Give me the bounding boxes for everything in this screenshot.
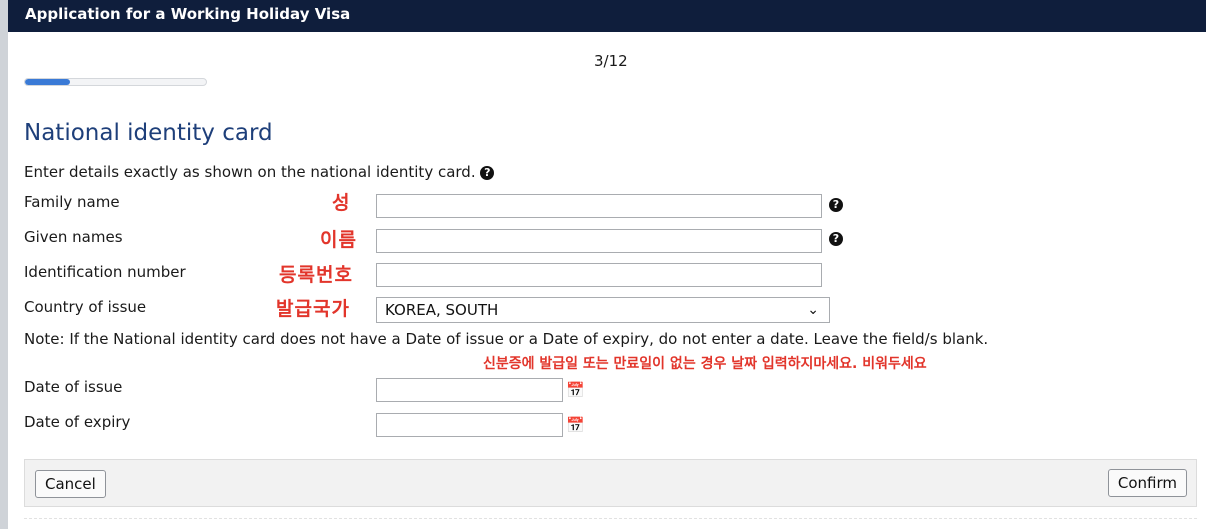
question-circle-icon[interactable]: ?: [829, 232, 843, 246]
date-of-expiry-input[interactable]: [376, 413, 563, 437]
date-of-expiry-label: Date of expiry: [24, 413, 131, 431]
chevron-down-icon: ⌄: [807, 302, 819, 318]
app-title: Application for a Working Holiday Visa: [25, 5, 351, 23]
given-names-label: Given names: [24, 228, 123, 246]
family-name-annotation: 성: [332, 192, 351, 214]
family-name-label: Family name: [24, 193, 120, 211]
intro-label: Enter details exactly as shown on the na…: [24, 163, 476, 181]
given-names-annotation: 이름: [320, 229, 357, 251]
cancel-button[interactable]: Cancel: [35, 470, 106, 498]
button-bar: Cancel Confirm: [24, 459, 1197, 507]
question-circle-icon[interactable]: ?: [829, 198, 843, 212]
left-edge: [0, 0, 8, 529]
date-note: Note: If the National identity card does…: [24, 330, 989, 348]
page-title: National identity card: [24, 120, 273, 146]
divider: [24, 518, 1197, 519]
app-title-bar: Application for a Working Holiday Visa: [8, 0, 1206, 32]
intro-text: Enter details exactly as shown on the na…: [24, 163, 495, 181]
date-of-issue-input[interactable]: [376, 378, 563, 402]
calendar-icon[interactable]: 📅: [566, 381, 585, 399]
country-of-issue-value: KOREA, SOUTH: [385, 301, 499, 319]
progress-bar: [24, 78, 207, 86]
question-circle-icon[interactable]: ?: [480, 165, 495, 180]
country-of-issue-label: Country of issue: [24, 298, 147, 316]
given-names-input[interactable]: [376, 229, 822, 253]
country-of-issue-select[interactable]: KOREA, SOUTH ⌄: [376, 297, 830, 323]
confirm-button[interactable]: Confirm: [1107, 469, 1187, 497]
identification-number-label: Identification number: [24, 263, 186, 281]
identification-number-input[interactable]: [376, 263, 822, 287]
step-indicator: 3/12: [594, 52, 628, 70]
calendar-icon[interactable]: 📅: [566, 416, 585, 434]
identification-number-annotation: 등록번호: [279, 264, 353, 286]
date-of-issue-label: Date of issue: [24, 378, 123, 396]
family-name-input[interactable]: [376, 194, 822, 218]
country-of-issue-annotation: 발급국가: [276, 298, 350, 320]
progress-fill: [25, 79, 71, 85]
date-note-annotation: 신분증에 발급일 또는 만료일이 없는 경우 날짜 입력하지마세요. 비워두세요: [483, 356, 927, 372]
